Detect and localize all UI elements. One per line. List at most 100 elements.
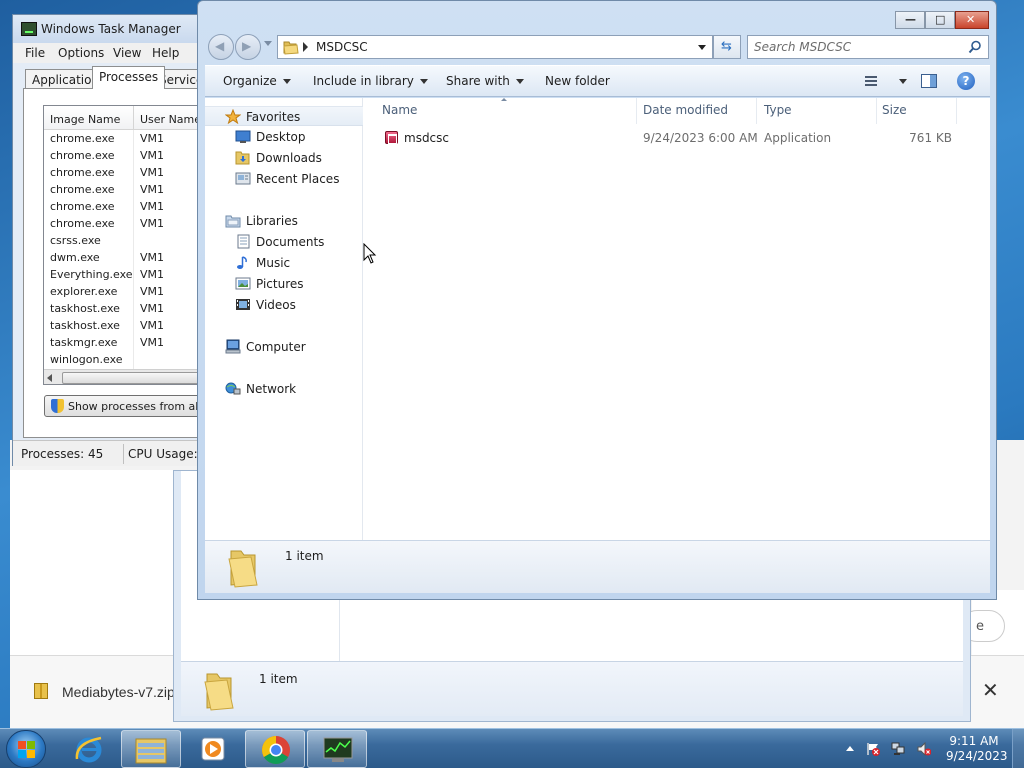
taskbar-media-player[interactable]	[183, 730, 243, 768]
search-input[interactable]	[754, 39, 954, 55]
volume-muted-icon[interactable]	[917, 742, 931, 756]
action-center-flag-icon[interactable]	[866, 742, 880, 756]
file-list[interactable]: Name Date modified Type Size msdcsc 9/24…	[364, 98, 990, 540]
process-user-name: VM1	[140, 336, 165, 349]
process-user-name: VM1	[140, 251, 165, 264]
process-image-name: Everything.exe	[50, 268, 133, 281]
close-download-bar-icon[interactable]: ✕	[982, 678, 999, 702]
breadcrumb-arrow-icon[interactable]	[303, 42, 308, 52]
change-view-icon[interactable]	[865, 75, 881, 87]
column-name[interactable]: Name	[364, 98, 636, 124]
network-icon	[225, 382, 241, 395]
taskbar-task-manager[interactable]	[307, 730, 367, 768]
downloads-folder-icon	[235, 151, 250, 165]
arrow-left-icon: ◀	[215, 39, 225, 53]
show-desktop-button[interactable]	[1012, 729, 1024, 768]
process-list[interactable]: Image Name User Name chrome.exe VM1 chrome…	[43, 105, 223, 385]
chevron-down-icon	[515, 79, 524, 84]
libraries-icon	[225, 215, 241, 228]
status-bar: Processes: 45 CPU Usage: 2	[13, 440, 223, 466]
nav-pictures[interactable]: Pictures	[205, 274, 363, 294]
recent-pages-dropdown-icon[interactable]	[264, 41, 272, 46]
preview-pane-icon[interactable]	[921, 74, 937, 88]
chrome-icon	[262, 736, 290, 764]
explorer-window[interactable]: — □ ✕ ◀ ▶ MSDCSC ⇆ Organize Include in l…	[197, 0, 997, 600]
task-manager-titlebar[interactable]: Windows Task Manager	[13, 15, 221, 43]
maximize-button[interactable]: □	[925, 11, 955, 29]
process-image-name: taskmgr.exe	[50, 336, 118, 349]
column-user-name[interactable]: User Name	[140, 113, 201, 126]
music-icon	[237, 256, 247, 269]
organize-button[interactable]: Organize	[223, 74, 291, 88]
folder-icon	[204, 673, 234, 711]
file-size: 761 KB	[909, 131, 952, 145]
process-image-name: explorer.exe	[50, 285, 118, 298]
forward-button[interactable]: ▶	[235, 34, 261, 60]
task-manager-window[interactable]: Windows Task Manager File Options View H…	[12, 14, 224, 466]
nav-computer[interactable]: Computer	[205, 337, 363, 357]
process-image-name: taskhost.exe	[50, 302, 120, 315]
taskbar-chrome[interactable]	[245, 730, 305, 768]
nav-music[interactable]: Music	[205, 253, 363, 273]
column-date-modified[interactable]: Date modified	[636, 98, 756, 124]
search-box[interactable]	[747, 35, 989, 59]
nav-desktop[interactable]: Desktop	[205, 127, 363, 147]
file-name: msdcsc	[404, 131, 450, 145]
address-bar[interactable]: MSDCSC	[277, 35, 713, 59]
menu-bar: File Options View Help	[13, 43, 221, 63]
videos-icon	[236, 299, 250, 310]
process-image-name: chrome.exe	[50, 132, 115, 145]
new-folder-button[interactable]: New folder	[545, 74, 610, 88]
include-in-library-button[interactable]: Include in library	[313, 74, 428, 88]
nav-downloads[interactable]: Downloads	[205, 148, 363, 168]
menu-view[interactable]: View	[113, 46, 141, 60]
nav-favorites[interactable]: Favorites	[205, 106, 363, 126]
scroll-left-icon[interactable]	[47, 374, 52, 382]
start-button[interactable]	[6, 730, 46, 768]
help-icon[interactable]: ?	[957, 72, 975, 90]
nav-documents[interactable]: Documents	[205, 232, 363, 252]
show-hidden-icons[interactable]	[846, 746, 854, 751]
refresh-icon: ⇆	[721, 39, 732, 54]
nav-videos[interactable]: Videos	[205, 295, 363, 315]
breadcrumb[interactable]: MSDCSC	[316, 40, 368, 54]
nav-recent-places[interactable]: Recent Places	[205, 169, 363, 189]
taskbar-internet-explorer[interactable]	[59, 730, 119, 768]
desktop-icon	[235, 130, 251, 143]
explorer-content: Favorites Desktop Downloads Recent Place…	[205, 98, 990, 540]
download-item-name[interactable]: Mediabytes-v7.zip	[62, 684, 175, 700]
file-row[interactable]: msdcsc 9/24/2023 6:00 AM Application 761…	[364, 126, 990, 150]
menu-file[interactable]: File	[25, 46, 45, 60]
refresh-button[interactable]: ⇆	[713, 35, 741, 59]
network-tray-icon[interactable]	[891, 742, 905, 756]
caption-buttons: — □ ✕	[895, 11, 989, 29]
process-user-name: VM1	[140, 217, 165, 230]
process-user-name: VM1	[140, 166, 165, 179]
background-explorer-details-pane: 1 item	[181, 661, 963, 716]
menu-options[interactable]: Options	[58, 46, 104, 60]
tab-processes[interactable]: Processes	[92, 66, 166, 89]
navigation-pane[interactable]: Favorites Desktop Downloads Recent Place…	[205, 98, 363, 540]
process-user-name: VM1	[140, 132, 165, 145]
column-type[interactable]: Type	[756, 98, 876, 124]
back-button[interactable]: ◀	[208, 34, 234, 60]
uac-shield-icon	[51, 399, 64, 413]
column-size[interactable]: Size	[876, 98, 956, 124]
taskbar: 9:11 AM 9/24/2023	[0, 728, 1024, 768]
process-image-name: chrome.exe	[50, 217, 115, 230]
view-options-dropdown-icon[interactable]	[899, 79, 907, 84]
share-with-button[interactable]: Share with	[446, 74, 524, 88]
nav-network[interactable]: Network	[205, 379, 363, 399]
status-processes: Processes: 45	[21, 447, 104, 461]
menu-help[interactable]: Help	[152, 46, 179, 60]
file-type: Application	[764, 131, 832, 145]
address-dropdown-icon[interactable]	[698, 45, 706, 50]
system-clock[interactable]: 9:11 AM 9/24/2023	[946, 734, 1008, 764]
nav-libraries[interactable]: Libraries	[205, 211, 363, 231]
arrow-right-icon: ▶	[242, 39, 252, 53]
taskbar-windows-explorer[interactable]	[121, 730, 181, 768]
column-image-name[interactable]: Image Name	[50, 113, 120, 126]
close-button[interactable]: ✕	[955, 11, 989, 29]
documents-icon	[237, 234, 250, 249]
minimize-button[interactable]: —	[895, 11, 925, 29]
